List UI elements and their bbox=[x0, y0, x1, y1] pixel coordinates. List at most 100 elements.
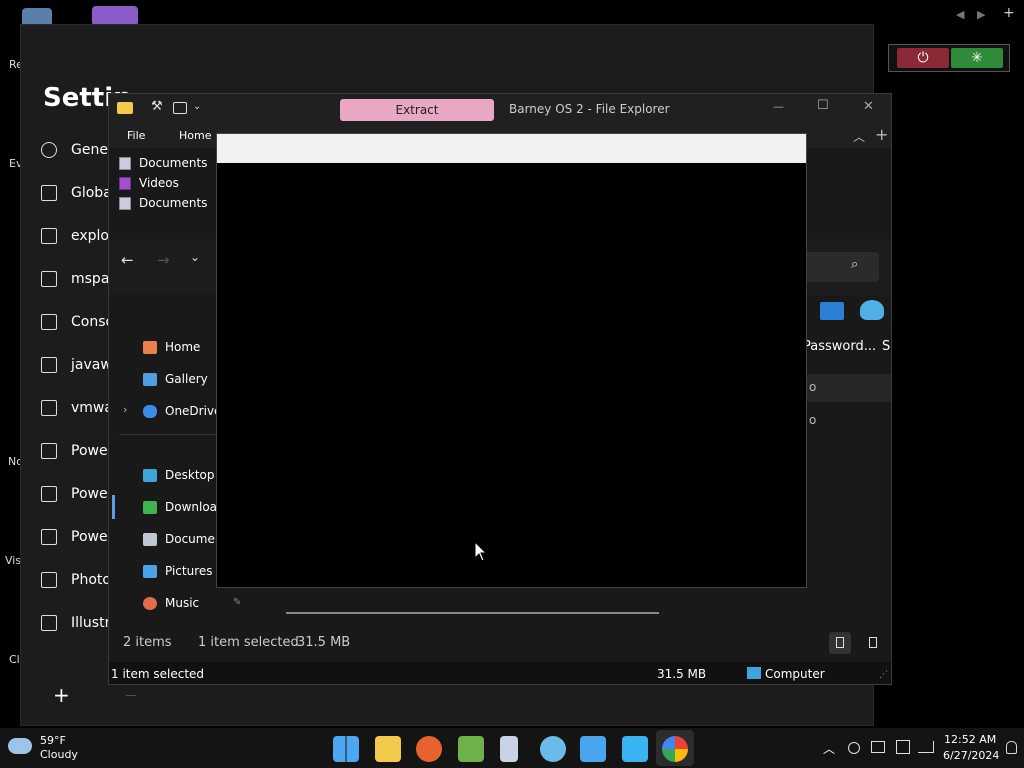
title-bar: ⚒ ⌄ Extract Barney OS 2 - File Explorer … bbox=[109, 94, 891, 124]
tb-tray-icon[interactable] bbox=[896, 740, 910, 754]
navigation-pane: Home Gallery › OneDrive Desktop Downloa … bbox=[109, 294, 222, 624]
weather-desc[interactable]: Cloudy bbox=[40, 748, 78, 761]
nav-item-label: Pictures bbox=[165, 564, 213, 578]
tiles-view-icon[interactable] bbox=[869, 637, 877, 648]
gadget-add-icon[interactable]: + bbox=[1003, 5, 1015, 21]
app-icon bbox=[41, 615, 57, 631]
quick-item-documents[interactable]: Documents bbox=[119, 156, 207, 170]
settings-add-button[interactable]: + bbox=[53, 683, 70, 707]
pin-icon[interactable]: ✎ bbox=[233, 597, 241, 608]
recent-locations-button[interactable]: ⌄ bbox=[190, 250, 200, 264]
clock-date[interactable]: 6/27/2024 bbox=[943, 749, 999, 762]
minimize-button[interactable]: — bbox=[773, 100, 784, 113]
tb-icon[interactable] bbox=[458, 736, 484, 762]
settings-item-label: javaw bbox=[71, 357, 112, 373]
back-button[interactable]: ← bbox=[121, 251, 134, 269]
restart-button[interactable]: ✳ bbox=[951, 48, 1003, 68]
tray-app-icon[interactable] bbox=[848, 742, 860, 754]
item-count: 2 items bbox=[123, 635, 172, 650]
start-icon[interactable] bbox=[333, 736, 359, 762]
music-icon bbox=[143, 596, 157, 610]
right-icon-label: Si bbox=[882, 339, 891, 354]
settings-item-label: Photo bbox=[71, 572, 111, 588]
nav-item-music[interactable]: Music bbox=[143, 596, 199, 610]
gear-icon bbox=[41, 142, 57, 158]
app-icon bbox=[41, 529, 57, 545]
nav-item-label: Desktop bbox=[165, 468, 215, 482]
quick-item-label: Videos bbox=[139, 176, 179, 190]
nav-item-pictures[interactable]: Pictures bbox=[143, 564, 213, 578]
blue-app-icon[interactable] bbox=[622, 736, 648, 762]
visual-studio-icon[interactable] bbox=[92, 6, 138, 26]
nav-item-label: OneDrive bbox=[165, 404, 222, 418]
firefox-icon[interactable] bbox=[416, 736, 442, 762]
shell-icon[interactable] bbox=[860, 300, 884, 320]
settings-item-label: vmwa bbox=[71, 400, 113, 416]
desktop-label-cl: Cl bbox=[9, 653, 20, 666]
display-icon[interactable] bbox=[871, 741, 885, 753]
tab-home[interactable]: Home bbox=[179, 129, 211, 142]
mouse-cursor-icon bbox=[474, 541, 488, 562]
gadget-next-icon[interactable]: ▶ bbox=[977, 8, 985, 21]
nav-item-gallery[interactable]: Gallery bbox=[143, 372, 208, 386]
notepad-icon[interactable] bbox=[500, 736, 518, 762]
close-button[interactable]: ✕ bbox=[863, 99, 874, 114]
nav-item-onedrive[interactable]: OneDrive bbox=[143, 404, 221, 418]
weather-temp[interactable]: 59°F bbox=[40, 734, 66, 747]
windows-icon[interactable] bbox=[580, 736, 606, 762]
notification-bell-icon[interactable] bbox=[1006, 741, 1017, 754]
shutdown-gadget: ⏻ ✳ bbox=[888, 44, 1010, 72]
nav-item-documents[interactable]: Documen bbox=[143, 532, 222, 546]
chevron-right-icon[interactable]: › bbox=[123, 403, 127, 416]
weather-icon[interactable] bbox=[8, 738, 32, 754]
maximize-button[interactable]: ☐ bbox=[817, 98, 829, 113]
shell-icon[interactable] bbox=[540, 736, 566, 762]
tray-overflow-icon[interactable]: ︿ bbox=[823, 740, 835, 757]
app-icon bbox=[41, 486, 57, 502]
folder-icon bbox=[117, 102, 133, 114]
app-icon bbox=[41, 443, 57, 459]
search-input[interactable]: ⌕ bbox=[799, 252, 879, 282]
resize-grip-icon[interactable]: ⋰ bbox=[879, 670, 888, 680]
network-icon[interactable] bbox=[918, 741, 934, 753]
gadget-prev-icon[interactable]: ◀ bbox=[956, 8, 964, 21]
mail-icon[interactable] bbox=[820, 302, 844, 320]
new-tab-icon[interactable]: + bbox=[875, 125, 888, 144]
classic-status-bar: 1 item selected 31.5 MB Computer ⋰ bbox=[109, 662, 891, 684]
document-icon bbox=[143, 532, 157, 546]
window-icon bbox=[41, 314, 57, 330]
chevron-up-icon[interactable]: ︿ bbox=[853, 128, 865, 145]
status-bar: 2 items 1 item selected 31.5 MB bbox=[109, 628, 891, 658]
details-view-button[interactable] bbox=[829, 632, 851, 654]
quick-item-label: Documents bbox=[139, 196, 208, 210]
app-icon bbox=[41, 357, 57, 373]
clock-time[interactable]: 12:52 AM bbox=[944, 733, 996, 746]
quick-item-videos[interactable]: Videos bbox=[119, 176, 179, 190]
quick-item-documents-2[interactable]: Documents bbox=[119, 196, 207, 210]
tab-file[interactable]: File bbox=[127, 129, 145, 142]
nav-item-downloads[interactable]: Downloa bbox=[143, 500, 217, 514]
list-item[interactable]: o bbox=[799, 374, 891, 402]
wrench-icon[interactable]: ⚒ bbox=[151, 99, 163, 114]
desktop-icon bbox=[143, 468, 157, 482]
google-icon[interactable] bbox=[662, 736, 688, 762]
chevron-down-icon[interactable]: ⌄ bbox=[193, 101, 201, 112]
new-folder-icon[interactable] bbox=[173, 102, 187, 114]
desktop-label-vis: Vis bbox=[5, 554, 22, 567]
selection-status: 1 item selected bbox=[198, 635, 299, 650]
forward-button[interactable]: → bbox=[157, 251, 170, 269]
app-icon bbox=[41, 271, 57, 287]
nav-item-home[interactable]: Home bbox=[143, 340, 200, 354]
settings-remove-button[interactable]: — bbox=[125, 688, 137, 702]
power-button[interactable]: ⏻ bbox=[897, 48, 949, 68]
list-item-text: o bbox=[809, 413, 817, 427]
extract-tab[interactable]: Extract bbox=[340, 99, 494, 121]
nav-item-desktop[interactable]: Desktop bbox=[143, 468, 215, 482]
bottom-location: Computer bbox=[765, 667, 825, 681]
file-explorer-icon[interactable] bbox=[375, 736, 401, 762]
document-icon bbox=[119, 196, 131, 210]
horizontal-scrollbar[interactable] bbox=[286, 612, 659, 614]
list-item-text: o bbox=[809, 380, 817, 394]
nav-item-label: Documen bbox=[165, 532, 223, 546]
onedrive-icon bbox=[143, 404, 157, 418]
